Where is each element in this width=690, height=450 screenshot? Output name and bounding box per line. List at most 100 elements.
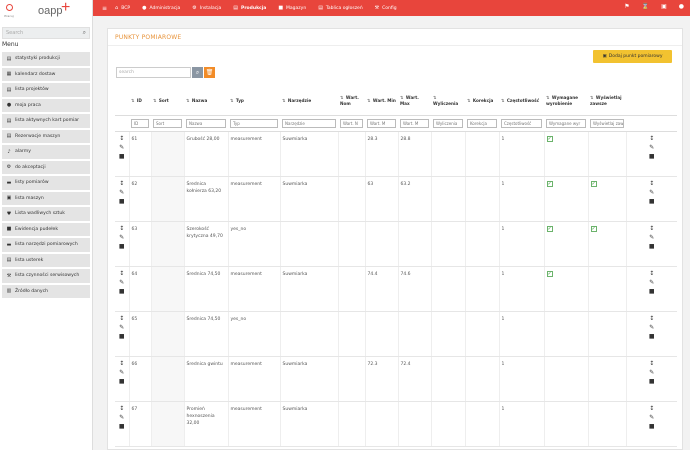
edit-icon[interactable]: ✎ <box>649 324 654 331</box>
move-icon[interactable]: ↕ <box>649 180 654 187</box>
topnav-item-2[interactable]: ⚙ Instalacja <box>192 5 221 11</box>
hamburger-icon[interactable]: ≡ <box>102 5 107 12</box>
sort-icon[interactable]: ⇅ <box>340 95 345 100</box>
move-icon[interactable]: ↕ <box>119 270 124 277</box>
edit-icon[interactable]: ✎ <box>119 279 124 286</box>
sidebar-item-7[interactable]: ⚙ do akceptacji <box>2 160 90 174</box>
hourglass-icon[interactable]: ⌛ <box>642 3 649 10</box>
sidebar-item-12[interactable]: ▬ lista narzędzi pomiarowych <box>2 238 90 252</box>
filter-input[interactable]: ID <box>131 118 149 128</box>
trash-icon[interactable]: ■ <box>119 378 125 385</box>
sidebar-item-8[interactable]: ▬ listy pomiarów <box>2 176 90 190</box>
edit-icon[interactable]: ✎ <box>119 324 124 331</box>
logo[interactable]: Pracuj oapp + <box>0 0 92 26</box>
search-icon[interactable]: ⌕ <box>83 29 86 37</box>
sidebar-item-5[interactable]: ▤ Rezerwacje maszyn <box>2 129 90 143</box>
sidebar-item-10[interactable]: ♥ Lista wadliwych sztuk <box>2 207 90 221</box>
trash-icon[interactable]: ■ <box>649 243 655 250</box>
edit-icon[interactable]: ✎ <box>649 234 654 241</box>
trash-icon[interactable]: ■ <box>119 243 125 250</box>
trash-icon[interactable]: ■ <box>649 333 655 340</box>
move-icon[interactable]: ↕ <box>649 360 654 367</box>
sort-icon[interactable]: ⇅ <box>282 98 287 103</box>
edit-icon[interactable]: ✎ <box>649 369 654 376</box>
move-icon[interactable]: ↕ <box>649 225 654 232</box>
move-icon[interactable]: ↕ <box>649 315 654 322</box>
topnav-item-3[interactable]: ▤ Produkcja <box>233 5 266 11</box>
move-icon[interactable]: ↕ <box>119 360 124 367</box>
sidebar-item-2[interactable]: ▤ lista projektów <box>2 83 90 97</box>
sort-icon[interactable]: ⇅ <box>546 95 551 100</box>
filter-input[interactable]: Wyświetlaj zaw <box>590 118 624 128</box>
user-menu-icon[interactable]: ● <box>679 3 684 10</box>
sidebar-item-14[interactable]: ⚒ lista czynności serwisowych <box>2 269 90 283</box>
sidebar-item-13[interactable]: ▤ lista usterek <box>2 253 90 267</box>
sidebar-item-1[interactable]: ▦ kalendarz dostaw <box>2 67 90 81</box>
sort-icon[interactable]: ⇅ <box>501 98 506 103</box>
sidebar-item-3[interactable]: ● moja praca <box>2 98 90 112</box>
trash-icon[interactable]: ■ <box>119 333 125 340</box>
column-header[interactable]: ⇅ Wart. Nom <box>338 88 365 116</box>
filter-input[interactable]: Wyliczenia <box>433 118 463 128</box>
edit-icon[interactable]: ✎ <box>649 414 654 421</box>
filter-input[interactable]: Wart. M <box>367 118 396 128</box>
sort-icon[interactable]: ⇅ <box>186 98 191 103</box>
edit-icon[interactable]: ✎ <box>649 189 654 196</box>
clear-search-button[interactable]: 🗑 <box>204 67 215 78</box>
sort-icon[interactable]: ⇅ <box>467 98 472 103</box>
edit-icon[interactable]: ✎ <box>119 414 124 421</box>
sort-icon[interactable]: ⇅ <box>433 95 437 100</box>
filter-input[interactable]: Wymagane wyr <box>546 118 586 128</box>
sidebar-item-11[interactable]: ■ Ewidencja pudełek <box>2 222 90 236</box>
trash-icon[interactable]: ■ <box>649 153 655 160</box>
column-header[interactable]: ⇅ Wart. Max <box>398 88 431 116</box>
filter-input[interactable]: Korekcja <box>467 118 497 128</box>
column-header[interactable]: ⇅ Narzędzie <box>280 88 338 116</box>
move-icon[interactable]: ↕ <box>119 315 124 322</box>
column-header[interactable]: ⇅ Nazwa <box>184 88 228 116</box>
topnav-item-5[interactable]: ▤ Tablica ogłoszeń <box>318 5 362 11</box>
filter-input[interactable]: Wart. M <box>400 118 429 128</box>
column-header[interactable]: ⇅ ID <box>129 88 151 116</box>
trash-icon[interactable]: ■ <box>119 423 125 430</box>
move-icon[interactable]: ↕ <box>649 405 654 412</box>
sort-icon[interactable]: ⇅ <box>367 98 372 103</box>
move-icon[interactable]: ↕ <box>649 270 654 277</box>
edit-icon[interactable]: ✎ <box>649 144 654 151</box>
filter-input[interactable]: Wart. N <box>340 118 363 128</box>
move-icon[interactable]: ↕ <box>119 225 124 232</box>
edit-icon[interactable]: ✎ <box>119 189 124 196</box>
trash-icon[interactable]: ■ <box>119 153 125 160</box>
column-header[interactable]: ⇅ Typ <box>228 88 280 116</box>
column-header[interactable]: ⇅ Wymagane wyrobienie <box>544 88 588 116</box>
trash-icon[interactable]: ■ <box>649 198 655 205</box>
move-icon[interactable]: ↕ <box>119 180 124 187</box>
sidebar-item-0[interactable]: ▤ statystyki produkcji <box>2 52 90 66</box>
language-flag-icon[interactable]: ▣ <box>661 3 667 10</box>
edit-icon[interactable]: ✎ <box>119 234 124 241</box>
edit-icon[interactable]: ✎ <box>119 369 124 376</box>
column-header[interactable]: ⇅ Częstotliwość <box>499 88 544 116</box>
column-header[interactable]: ⇅ Korekcja <box>465 88 499 116</box>
topnav-item-4[interactable]: ■ Magazyn <box>278 5 306 11</box>
flag-icon[interactable]: ⚑ <box>624 3 629 10</box>
sidebar-item-9[interactable]: ▣ lista maszyn <box>2 191 90 205</box>
move-icon[interactable]: ↕ <box>119 405 124 412</box>
filter-input[interactable]: Narzędzie <box>282 118 336 128</box>
edit-icon[interactable]: ✎ <box>119 144 124 151</box>
filter-input[interactable]: Częstotliwość <box>501 118 542 128</box>
table-search-input[interactable]: search <box>116 67 191 78</box>
add-measurement-point-button[interactable]: ▣ Dodaj punkt pomiarowy <box>593 50 672 63</box>
trash-icon[interactable]: ■ <box>649 288 655 295</box>
filter-input[interactable]: Typ <box>230 118 278 128</box>
sort-icon[interactable]: ⇅ <box>230 98 235 103</box>
trash-icon[interactable]: ■ <box>649 378 655 385</box>
sidebar-item-6[interactable]: ♪ alarmy <box>2 145 90 159</box>
sidebar-search-input[interactable]: Search ⌕ <box>2 27 90 39</box>
table-search-button[interactable]: ⌕ <box>192 67 203 78</box>
sidebar-item-4[interactable]: ▤ lista aktywnych kart pomiar <box>2 114 90 128</box>
topnav-item-6[interactable]: ⚒ Config <box>375 5 397 11</box>
column-header[interactable]: ⇅ Wyliczenia <box>431 88 465 116</box>
sort-icon[interactable]: ⇅ <box>590 95 595 100</box>
trash-icon[interactable]: ■ <box>119 198 125 205</box>
